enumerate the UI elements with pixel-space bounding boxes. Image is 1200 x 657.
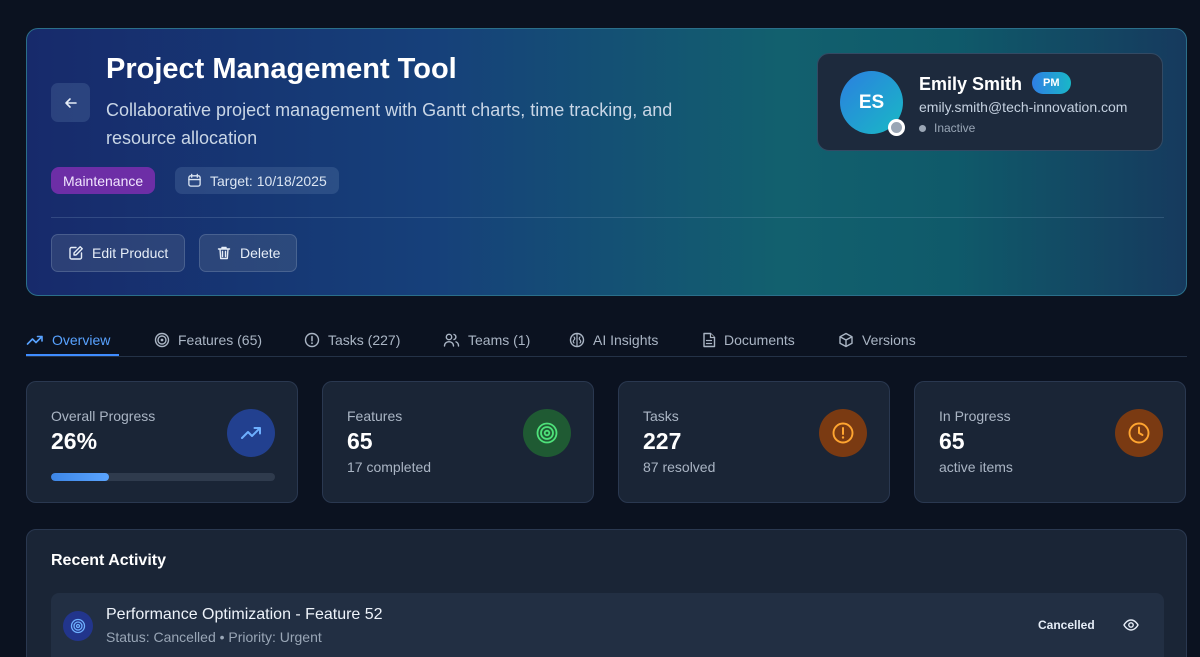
stat-card-tasks: Tasks 227 87 resolved (618, 381, 890, 503)
owner-status-label: Inactive (934, 121, 976, 135)
status-tag: Maintenance (51, 167, 156, 194)
stat-subtext: 17 completed (347, 459, 432, 475)
target-icon (536, 422, 558, 444)
product-title: Project Management Tool (106, 53, 457, 85)
tab-teams[interactable]: Teams (1) (443, 322, 530, 357)
in-progress-icon-badge (1115, 409, 1163, 457)
stat-value: 65 (347, 428, 373, 454)
view-button[interactable] (1123, 617, 1139, 638)
features-icon-badge (523, 409, 571, 457)
target-icon (70, 618, 86, 634)
role-badge: PM (1032, 72, 1071, 94)
target-icon (154, 332, 170, 347)
owner-card: ES Emily Smith PM emily.smith@tech-innov… (817, 53, 1163, 151)
presence-indicator (888, 119, 905, 136)
tab-label: Overview (52, 331, 111, 348)
progress-bar (51, 473, 275, 481)
tab-label: AI Insights (593, 331, 659, 348)
list-item[interactable]: Performance Optimization - Feature 52 St… (51, 593, 1164, 657)
progress-icon-badge (227, 409, 275, 457)
stat-card-features: Features 65 17 completed (322, 381, 594, 503)
owner-email: emily.smith@tech-innovation.com (919, 99, 1128, 115)
back-button[interactable] (51, 83, 90, 122)
trash-icon (217, 246, 231, 260)
stat-value: 26% (51, 428, 98, 454)
document-icon (703, 332, 716, 347)
delete-button[interactable]: Delete (199, 234, 298, 272)
stat-subtext: active items (939, 459, 1013, 475)
stat-value: 227 (643, 428, 682, 454)
eye-icon (1123, 619, 1139, 631)
tab-overview[interactable]: Overview (26, 322, 110, 357)
stat-card-progress: Overall Progress 26% (26, 381, 298, 503)
delete-label: Delete (240, 245, 281, 261)
owner-status: Inactive (919, 121, 975, 135)
recent-activity-panel: Recent Activity Performance Optimization… (26, 529, 1187, 657)
target-date-label: Target: 10/18/2025 (210, 172, 327, 189)
stat-label: In Progress (939, 408, 1011, 424)
activity-type-icon-badge (63, 611, 93, 641)
trend-up-icon (26, 335, 43, 345)
edit-product-label: Edit Product (92, 245, 169, 261)
tab-label: Teams (1) (468, 331, 531, 348)
owner-name: Emily Smith (919, 74, 1023, 94)
active-tab-indicator (26, 354, 119, 356)
package-icon (839, 332, 853, 347)
stat-value: 65 (939, 428, 965, 454)
stat-card-in-progress: In Progress 65 active items (914, 381, 1186, 503)
section-title: Recent Activity (51, 552, 166, 569)
clock-icon (1128, 422, 1150, 444)
tab-features[interactable]: Features (65) (154, 322, 262, 357)
tab-ai-insights[interactable]: AI Insights (569, 322, 658, 357)
stat-label: Overall Progress (51, 408, 156, 424)
tab-tasks[interactable]: Tasks (227) (304, 322, 400, 357)
activity-meta: Status: Cancelled • Priority: Urgent (106, 629, 322, 645)
status-dot-icon (919, 124, 926, 132)
activity-title: Performance Optimization - Feature 52 (106, 606, 383, 623)
brain-icon (569, 332, 585, 347)
tab-bar: Overview Features (65) Tasks (227) Teams… (26, 322, 1187, 357)
tab-versions[interactable]: Versions (838, 322, 916, 357)
edit-icon (69, 246, 83, 260)
alert-circle-icon (832, 422, 854, 444)
alert-circle-icon (304, 332, 320, 347)
divider (51, 217, 1164, 218)
stat-label: Features (347, 408, 403, 424)
trend-up-icon (241, 427, 261, 439)
progress-bar-fill (51, 473, 110, 481)
status-badge: Cancelled (1038, 618, 1095, 632)
tab-label: Versions (862, 331, 916, 348)
users-icon (443, 333, 460, 347)
tab-label: Features (65) (178, 331, 263, 348)
arrow-left-icon (64, 97, 77, 108)
product-description: Collaborative project management with Ga… (106, 100, 673, 148)
tab-label: Tasks (227) (328, 331, 401, 348)
tab-documents[interactable]: Documents (702, 322, 795, 357)
tasks-icon-badge (819, 409, 867, 457)
calendar-icon (188, 173, 201, 187)
stat-label: Tasks (643, 408, 679, 424)
tab-label: Documents (724, 331, 795, 348)
edit-product-button[interactable]: Edit Product (51, 234, 186, 272)
stat-subtext: 87 resolved (643, 459, 716, 475)
product-header: Project Management Tool Collaborative pr… (26, 28, 1187, 296)
target-date-badge: Target: 10/18/2025 (175, 167, 339, 194)
